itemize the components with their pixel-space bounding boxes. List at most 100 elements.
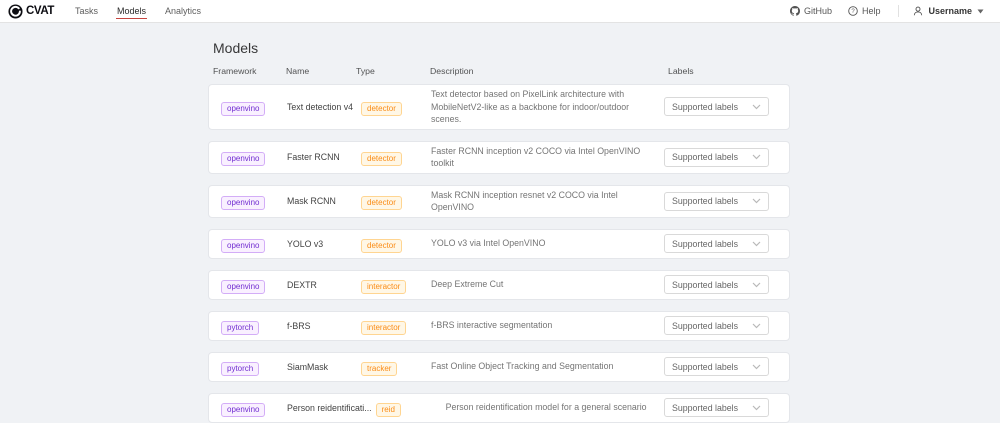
type-badge: interactor [361, 321, 406, 335]
framework-cell: openvino [221, 235, 287, 253]
nav-analytics[interactable]: Analytics [164, 4, 202, 19]
chevron-down-icon [752, 405, 761, 411]
type-badge: tracker [361, 362, 397, 376]
type-cell: reid [376, 399, 446, 417]
supported-labels-select-value: Supported labels [672, 152, 738, 162]
supported-labels-select[interactable]: Supported labels [664, 398, 769, 417]
help-label: Help [862, 6, 881, 16]
models-page: Models Framework Name Type Description L… [208, 23, 790, 423]
caret-down-icon [977, 9, 984, 14]
model-name: Faster RCNN [287, 152, 361, 162]
labels-cell: Supported labels [664, 148, 769, 167]
model-row: pytorch SiamMask tracker Fast Online Obj… [208, 352, 790, 382]
type-badge: reid [376, 403, 401, 417]
framework-cell: pytorch [221, 317, 287, 335]
supported-labels-select-value: Supported labels [672, 362, 738, 372]
nav-divider [898, 5, 899, 17]
model-description: Text detector based on PixelLink archite… [431, 88, 664, 126]
help-icon: ? [848, 6, 858, 16]
type-badge: detector [361, 102, 402, 116]
page-title: Models [213, 40, 790, 56]
model-name: f-BRS [287, 321, 361, 331]
labels-cell: Supported labels [664, 97, 769, 116]
model-row: openvino Faster RCNN detector Faster RCN… [208, 141, 790, 174]
framework-badge: openvino [221, 152, 265, 166]
help-link[interactable]: ? Help [848, 6, 881, 16]
column-header-framework: Framework [213, 66, 286, 76]
column-header-name: Name [286, 66, 356, 76]
chevron-down-icon [752, 364, 761, 370]
supported-labels-select[interactable]: Supported labels [664, 192, 769, 211]
supported-labels-select-value: Supported labels [672, 102, 738, 112]
model-description: Fast Online Object Tracking and Segmenta… [431, 360, 664, 373]
type-cell: detector [361, 235, 431, 253]
labels-cell: Supported labels [664, 398, 769, 417]
supported-labels-select-value: Supported labels [672, 239, 738, 249]
framework-cell: openvino [221, 98, 287, 116]
framework-badge: openvino [221, 403, 265, 417]
supported-labels-select-value: Supported labels [672, 321, 738, 331]
framework-badge: openvino [221, 102, 265, 116]
model-row: openvino Person reidentificati... reid P… [208, 393, 790, 423]
type-cell: detector [361, 192, 431, 210]
chevron-down-icon [752, 282, 761, 288]
framework-badge: pytorch [221, 362, 259, 376]
model-name: DEXTR [287, 280, 361, 290]
model-description: f-BRS interactive segmentation [431, 319, 664, 332]
model-description: YOLO v3 via Intel OpenVINO [431, 237, 664, 250]
framework-cell: openvino [221, 399, 287, 417]
model-name: YOLO v3 [287, 239, 361, 249]
supported-labels-select[interactable]: Supported labels [664, 275, 769, 294]
nav-tasks[interactable]: Tasks [74, 4, 99, 19]
supported-labels-select[interactable]: Supported labels [664, 148, 769, 167]
models-list: openvino Text detection v4 detector Text… [208, 84, 790, 423]
cvat-logo[interactable]: CVAT [8, 4, 54, 19]
github-link[interactable]: GitHub [790, 6, 832, 16]
navbar-left: CVAT Tasks Models Analytics [8, 0, 219, 22]
framework-cell: openvino [221, 276, 287, 294]
chevron-down-icon [752, 154, 761, 160]
model-row: pytorch f-BRS interactor f-BRS interacti… [208, 311, 790, 341]
table-header: Framework Name Type Description Labels [208, 66, 790, 76]
type-badge: detector [361, 196, 402, 210]
type-cell: interactor [361, 317, 431, 335]
chevron-down-icon [752, 198, 761, 204]
type-cell: tracker [361, 358, 431, 376]
column-header-type: Type [356, 66, 430, 76]
column-header-labels: Labels [665, 66, 770, 76]
type-cell: detector [361, 148, 431, 166]
username-label: Username [928, 6, 972, 16]
model-row: openvino YOLO v3 detector YOLO v3 via In… [208, 229, 790, 259]
model-name: Mask RCNN [287, 196, 361, 206]
supported-labels-select[interactable]: Supported labels [664, 357, 769, 376]
svg-text:?: ? [851, 9, 855, 15]
framework-cell: openvino [221, 192, 287, 210]
supported-labels-select[interactable]: Supported labels [664, 97, 769, 116]
nav-models[interactable]: Models [116, 4, 147, 19]
type-badge: detector [361, 152, 402, 166]
supported-labels-select-value: Supported labels [672, 403, 738, 413]
labels-cell: Supported labels [664, 192, 769, 211]
supported-labels-select[interactable]: Supported labels [664, 316, 769, 335]
model-description: Mask RCNN inception resnet v2 COCO via I… [431, 189, 664, 214]
model-description: Deep Extreme Cut [431, 278, 664, 291]
github-label: GitHub [804, 6, 832, 16]
type-badge: interactor [361, 280, 406, 294]
framework-badge: openvino [221, 280, 265, 294]
labels-cell: Supported labels [664, 357, 769, 376]
model-row: openvino DEXTR interactor Deep Extreme C… [208, 270, 790, 300]
main-nav: Tasks Models Analytics [74, 0, 219, 22]
type-cell: interactor [361, 276, 431, 294]
framework-cell: openvino [221, 148, 287, 166]
user-menu[interactable]: Username [913, 6, 984, 16]
framework-badge: pytorch [221, 321, 259, 335]
user-icon [913, 6, 923, 16]
model-description: Faster RCNN inception v2 COCO via Intel … [431, 145, 664, 170]
framework-cell: pytorch [221, 358, 287, 376]
column-header-description: Description [430, 66, 665, 76]
model-row: openvino Text detection v4 detector Text… [208, 84, 790, 130]
navbar-right: GitHub ? Help Username [790, 0, 984, 22]
labels-cell: Supported labels [664, 316, 769, 335]
supported-labels-select[interactable]: Supported labels [664, 234, 769, 253]
framework-badge: openvino [221, 239, 265, 253]
